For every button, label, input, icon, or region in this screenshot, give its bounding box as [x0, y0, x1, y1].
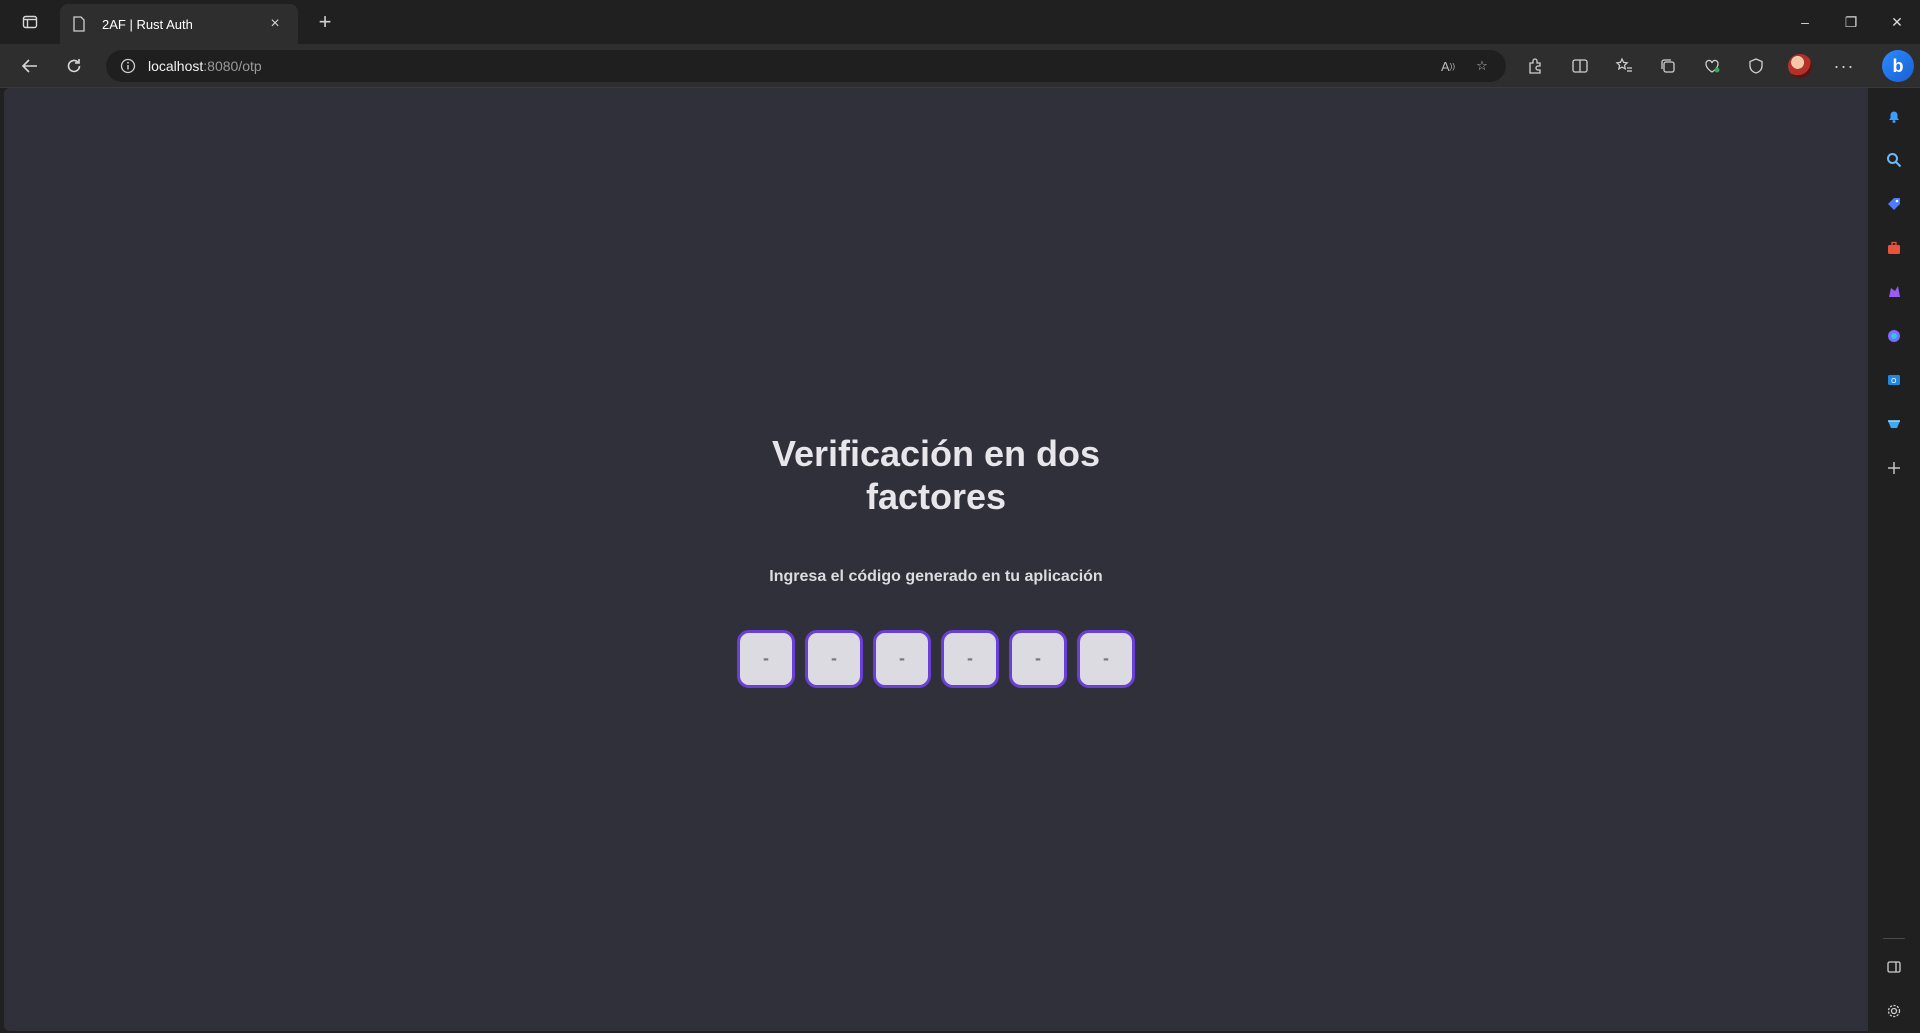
- back-button[interactable]: [14, 50, 46, 82]
- tab-title: 2AF | Rust Auth: [102, 16, 193, 32]
- otp-digit-6[interactable]: [1077, 629, 1135, 688]
- read-aloud-icon[interactable]: A)): [1436, 56, 1460, 76]
- page-viewport: Verificación en dos factores Ingresa el …: [4, 88, 1868, 1031]
- otp-input-group: [737, 629, 1135, 688]
- restore-button[interactable]: ❐: [1828, 0, 1874, 44]
- profile-avatar[interactable]: [1784, 50, 1816, 82]
- performance-icon[interactable]: [1696, 50, 1728, 82]
- sidebar-divider: [1883, 938, 1905, 939]
- outlook-icon[interactable]: O: [1878, 364, 1910, 396]
- site-info-icon[interactable]: [118, 56, 138, 76]
- active-tab[interactable]: 2AF | Rust Auth ×: [60, 4, 298, 44]
- otp-digit-4[interactable]: [941, 629, 999, 688]
- bing-copilot-button[interactable]: b: [1882, 50, 1914, 82]
- refresh-button[interactable]: [58, 50, 90, 82]
- split-screen-icon[interactable]: [1564, 50, 1596, 82]
- otp-digit-3[interactable]: [873, 629, 931, 688]
- back-arrow-icon: [21, 59, 37, 73]
- shopping-tag-icon[interactable]: [1878, 188, 1910, 220]
- new-tab-button[interactable]: +: [310, 8, 340, 36]
- favorites-icon[interactable]: [1608, 50, 1640, 82]
- avatar: [1788, 54, 1812, 78]
- drop-icon[interactable]: [1878, 408, 1910, 440]
- url-path: :8080/otp: [203, 58, 262, 74]
- add-icon[interactable]: [1878, 452, 1910, 484]
- search-icon[interactable]: [1878, 144, 1910, 176]
- svg-text:O: O: [1891, 377, 1897, 385]
- window-controls: – ❐ ✕: [1782, 0, 1920, 44]
- browser-essentials-icon[interactable]: [1740, 50, 1772, 82]
- url-host: localhost: [148, 58, 204, 74]
- otp-digit-5[interactable]: [1009, 629, 1067, 688]
- tab-actions-icon: [22, 15, 38, 29]
- sidebar-toggle-icon[interactable]: [1878, 951, 1910, 983]
- sidebar-bottom: [1878, 938, 1910, 1033]
- toolbar-extensions: ···: [1520, 50, 1860, 82]
- page-title: Verificación en dos factores: [771, 432, 1101, 517]
- favorite-star-icon[interactable]: ☆: [1470, 56, 1494, 76]
- title-bar: 2AF | Rust Auth × + – ❐ ✕: [0, 0, 1920, 44]
- tools-icon[interactable]: [1878, 232, 1910, 264]
- otp-digit-2[interactable]: [805, 629, 863, 688]
- otp-form: Verificación en dos factores Ingresa el …: [4, 88, 1868, 1031]
- extensions-icon[interactable]: [1520, 50, 1552, 82]
- minimize-button[interactable]: –: [1782, 0, 1828, 44]
- address-bar-actions: A)) ☆: [1436, 56, 1494, 76]
- tab-close-icon[interactable]: ×: [264, 13, 286, 35]
- more-options-icon[interactable]: ···: [1828, 50, 1860, 82]
- browser-toolbar: localhost:8080/otp A)) ☆ ···: [0, 44, 1920, 88]
- page-icon: [72, 16, 88, 32]
- tab-actions-button[interactable]: [12, 8, 48, 36]
- collections-icon[interactable]: [1652, 50, 1684, 82]
- close-window-button[interactable]: ✕: [1874, 0, 1920, 44]
- bell-icon[interactable]: [1878, 100, 1910, 132]
- settings-icon[interactable]: [1878, 995, 1910, 1027]
- edge-sidebar: O: [1868, 88, 1920, 1033]
- refresh-icon: [67, 59, 81, 73]
- address-bar[interactable]: localhost:8080/otp A)) ☆: [106, 50, 1506, 82]
- copilot-icon[interactable]: [1878, 320, 1910, 352]
- page-subtitle: Ingresa el código generado en tu aplicac…: [769, 567, 1103, 585]
- games-icon[interactable]: [1878, 276, 1910, 308]
- otp-digit-1[interactable]: [737, 629, 795, 688]
